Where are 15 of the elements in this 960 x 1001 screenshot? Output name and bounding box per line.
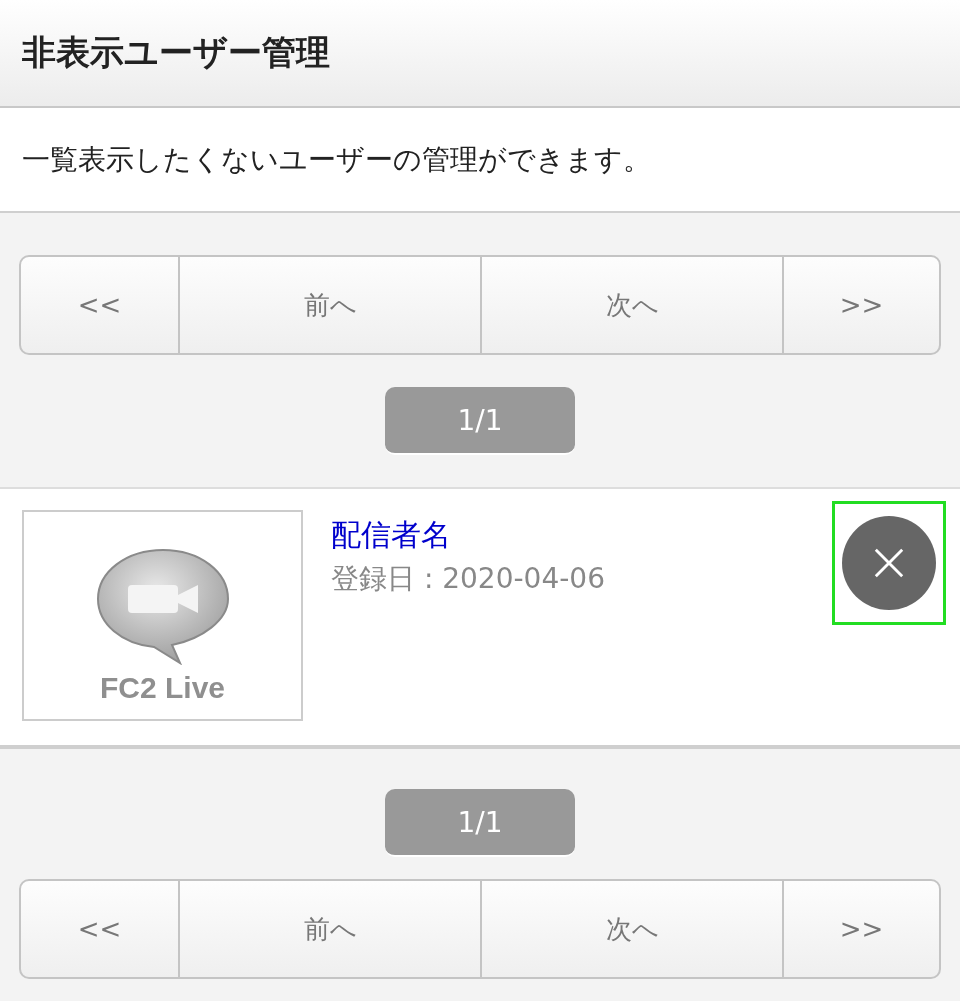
description-text: 一覧表示したくないユーザーの管理ができます。	[22, 141, 651, 178]
pager-button[interactable]: 次へ	[480, 257, 782, 353]
page-count: 1/1	[385, 387, 575, 455]
pager-button[interactable]: >>	[782, 881, 939, 977]
pager-button[interactable]: 次へ	[480, 881, 782, 977]
pager-button[interactable]: <<	[21, 881, 178, 977]
page-count: 1/1	[385, 789, 575, 857]
thumbnail-caption: FC2 Live	[99, 671, 225, 705]
pager-button[interactable]: 前へ	[178, 257, 480, 353]
page-title: 非表示ユーザー管理	[22, 31, 330, 74]
pager-button[interactable]: 前へ	[178, 881, 480, 977]
user-name-link[interactable]: 配信者名	[331, 515, 451, 556]
registration-date: 登録日 : 2020-04-06	[331, 561, 606, 597]
pager-button[interactable]: >>	[782, 257, 939, 353]
pager-button[interactable]: <<	[21, 257, 178, 353]
